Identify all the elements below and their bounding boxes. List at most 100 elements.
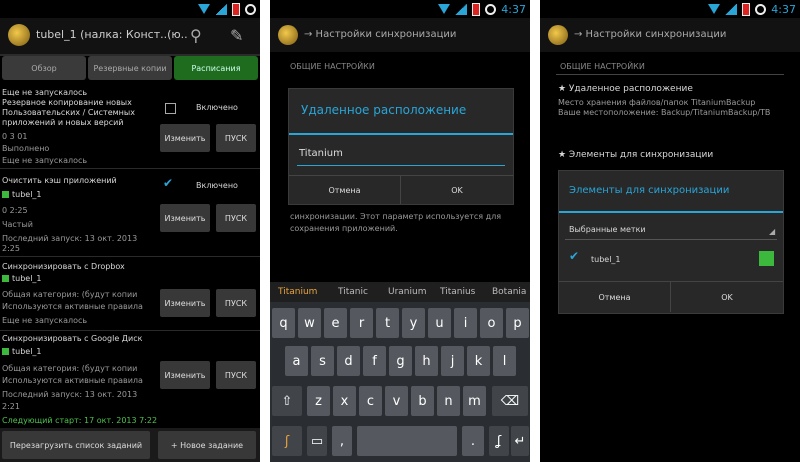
sync-icon [755,3,767,15]
schedule-title: Резервное копирование новых [2,98,132,107]
search-icon[interactable]: ⚲ [190,26,202,45]
change-button[interactable]: Изменить [160,124,210,152]
key[interactable]: q [272,308,295,338]
run-button[interactable]: ПУСК [216,204,256,232]
action-bar: → Настройки синхронизации [540,18,800,52]
backspace-key-icon[interactable]: ⌫ [492,386,528,416]
suggestion-item[interactable]: Titanium [278,287,317,297]
enter-key-icon[interactable]: ↵ [511,426,529,456]
dialog-title-divider [289,133,513,135]
key[interactable]: x [333,386,356,416]
next-run-text: Следующий старт: 17 окт. 2013 7:22 [2,416,158,425]
key[interactable]: i [454,308,477,338]
wifi-icon [708,4,721,14]
key[interactable]: z [307,386,330,416]
suggestion-item[interactable]: Titanius [440,287,475,297]
change-button[interactable]: Изменить [160,361,210,389]
wifi-icon [198,4,210,14]
space-key[interactable] [357,426,457,456]
enabled-checkbox[interactable] [165,103,176,114]
ok-button[interactable]: OK [401,176,513,204]
key[interactable]: t [376,308,399,338]
new-job-button[interactable]: + Новое задание [158,431,256,459]
suggestion-item[interactable]: Botania [492,287,526,297]
breadcrumb: → Настройки синхронизации [574,29,727,40]
key[interactable]: l [493,346,516,376]
run-button[interactable]: ПУСК [216,361,256,389]
tab-backups[interactable]: Резервные копии [88,56,172,80]
location-input[interactable]: Titanium [299,148,343,159]
remote-location-desc: Ваше местоположение: Backup/TitaniumBack… [558,108,771,117]
selection-dropdown[interactable]: Выбранные метки [569,225,646,235]
schedule-title: Синхронизировать с Dropbox [2,262,125,271]
reload-jobs-button[interactable]: Перезагрузить список заданий [2,431,150,459]
comma-key[interactable]: , [332,426,352,456]
label-color-icon [2,348,9,355]
soft-keyboard: q w e r t y u i o p a s d f g h j k l ⇧ … [270,302,530,462]
key[interactable]: m [463,386,486,416]
sync-icon [485,3,497,15]
key[interactable]: v [385,386,408,416]
key[interactable]: y [402,308,425,338]
app-logo-icon[interactable] [548,25,568,45]
key[interactable]: k [467,346,490,376]
tab-overview[interactable]: Обзор [2,56,86,80]
change-button[interactable]: Изменить [160,289,210,317]
app-logo-icon[interactable] [8,24,30,46]
schedule-detail: Общая категория: (будут копии [2,290,138,299]
symbols-key-icon[interactable]: ▭ [307,426,327,456]
remote-location-desc: Место хранения файлов/папок TitaniumBack… [558,98,756,107]
status-bar: 4:37 [540,0,800,18]
edit-icon[interactable]: ✎ [230,26,243,45]
label-option[interactable]: tubel_1 [591,255,621,265]
label-color-icon [2,275,9,282]
key[interactable]: p [506,308,529,338]
cancel-button[interactable]: Отмена [289,176,400,204]
suggestion-item[interactable]: Titanic [338,287,368,297]
key[interactable]: o [480,308,503,338]
divider [565,239,777,240]
schedule-label: tubel_1 [2,190,42,200]
sync-items-item[interactable]: ★ Элементы для синхронизации [558,150,713,160]
key[interactable]: s [311,346,334,376]
run-button[interactable]: ПУСК [216,289,256,317]
swype-key-icon[interactable]: ʃ [272,426,302,456]
schedule-status: Еще не запускалось [2,156,88,165]
key[interactable]: n [437,386,460,416]
key[interactable]: r [350,308,373,338]
change-button[interactable]: Изменить [160,204,210,232]
key[interactable]: d [337,346,360,376]
background-text: синхронизации. Этот параметр используетс… [290,212,502,221]
ok-button[interactable]: OK [671,282,783,312]
key[interactable]: j [441,346,464,376]
key[interactable]: u [428,308,451,338]
shift-key-icon[interactable]: ⇧ [272,386,302,416]
key[interactable]: w [298,308,321,338]
dropdown-arrow-icon[interactable]: ◢ [769,227,775,237]
app-logo-icon[interactable] [278,25,298,45]
schedule-detail: Последний запуск: 13 окт. 2013 [2,390,138,399]
dialog-title-divider [559,211,783,213]
remote-location-item[interactable]: ★ Удаленное расположение [558,84,693,94]
divider [0,330,260,331]
tab-schedules[interactable]: Расписания [174,56,258,80]
tab-bar: Обзор Резервные копии Расписания [0,56,260,84]
key[interactable]: b [411,386,434,416]
key[interactable]: a [285,346,308,376]
key[interactable]: h [415,346,438,376]
schedule-label: tubel_1 [2,274,42,284]
checkmark-icon[interactable]: ✔ [163,176,173,190]
dialog-title: Элементы для синхронизации [569,185,730,196]
key[interactable]: e [324,308,347,338]
schedule-title: Пользовательских / Системных [2,108,135,117]
key[interactable]: g [389,346,412,376]
run-button[interactable]: ПУСК [216,124,256,152]
cancel-button[interactable]: Отмена [559,282,670,312]
key[interactable]: f [363,346,386,376]
period-key[interactable]: . [462,426,484,456]
app-title: tubel_1 (налка: Конст..(ю.. [36,28,188,41]
checkmark-icon[interactable]: ✔ [569,249,579,263]
key[interactable]: c [359,386,382,416]
voice-key-icon[interactable]: ʆ [489,426,509,456]
suggestion-item[interactable]: Uranium [388,287,426,297]
